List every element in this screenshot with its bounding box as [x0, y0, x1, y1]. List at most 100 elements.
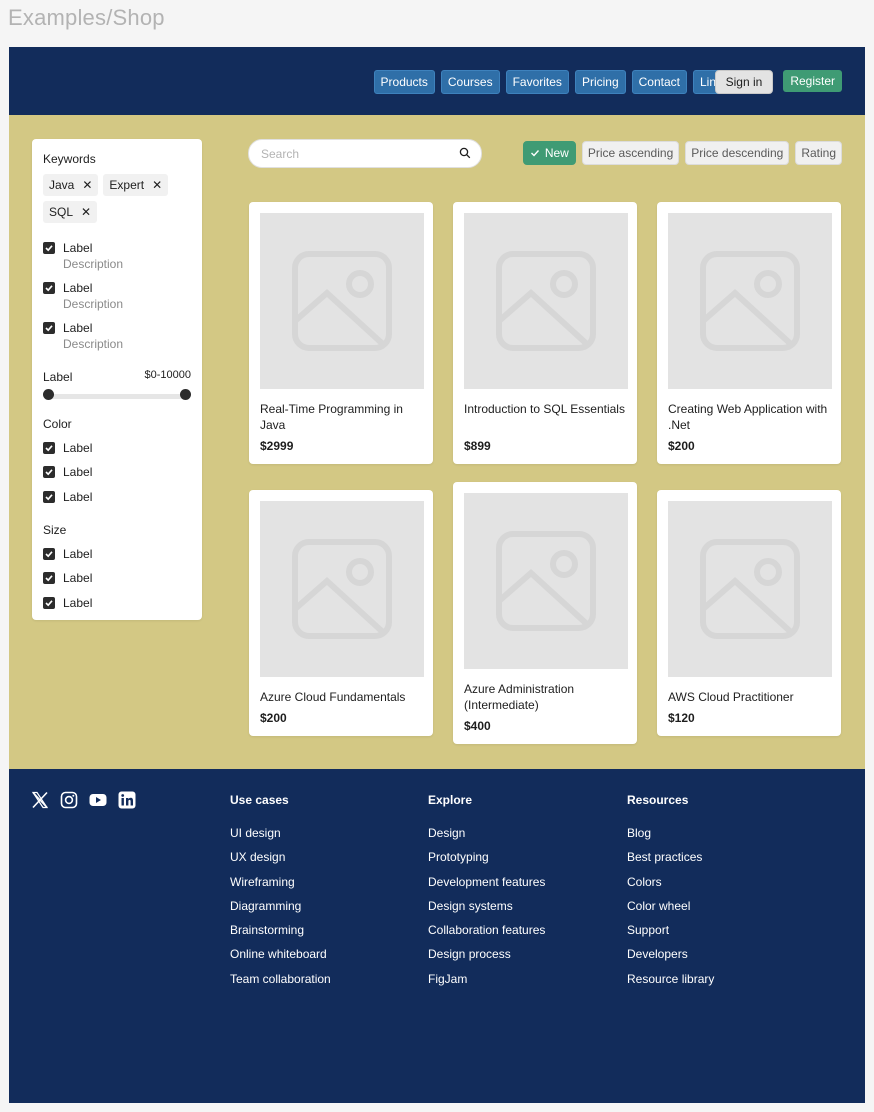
checkbox-checked[interactable] — [43, 242, 55, 254]
size-option[interactable]: Label — [43, 596, 92, 611]
sort-rating[interactable]: Rating — [795, 141, 842, 165]
footer-link[interactable]: UI design — [230, 827, 331, 851]
checkbox-checked[interactable] — [43, 548, 55, 560]
footer-link[interactable]: Best practices — [627, 851, 714, 875]
checkbox-item[interactable]: Label Description — [43, 281, 123, 312]
checkbox-checked[interactable] — [43, 282, 55, 294]
close-icon[interactable]: ✕ — [152, 174, 162, 196]
product-card[interactable]: Real-Time Programming in Java $2999 — [249, 202, 433, 464]
checkbox-checked[interactable] — [43, 491, 55, 503]
checkbox-checked[interactable] — [43, 322, 55, 334]
search-bar — [248, 139, 482, 168]
youtube-icon[interactable] — [89, 791, 107, 809]
register-button[interactable]: Register — [783, 70, 842, 92]
search-icon[interactable] — [459, 147, 471, 159]
color-option[interactable]: Label — [43, 490, 92, 505]
filter-panel: Keywords Java ✕ Expert ✕ SQL ✕ Label Des… — [32, 139, 202, 620]
sort-price-descending[interactable]: Price descending — [685, 141, 790, 165]
product-card[interactable]: Azure Cloud Fundamentals $200 — [249, 490, 433, 736]
linkedin-icon[interactable] — [118, 791, 136, 809]
slider-max-handle[interactable] — [180, 389, 191, 400]
price-range-slider[interactable] — [48, 394, 186, 399]
footer-link[interactable]: Developers — [627, 948, 714, 972]
checkbox-checked[interactable] — [43, 466, 55, 478]
nav-products[interactable]: Products — [373, 70, 435, 94]
image-placeholder-icon — [668, 213, 832, 389]
footer-link[interactable]: Support — [627, 924, 714, 948]
range-label: Label — [43, 370, 73, 384]
checkbox-description: Description — [63, 257, 124, 271]
product-price: $120 — [668, 711, 695, 725]
footer-link[interactable]: Prototyping — [428, 851, 545, 875]
footer-link[interactable]: Design process — [428, 948, 545, 972]
color-option[interactable]: Label — [43, 441, 92, 456]
main-nav: Products Courses Favorites Pricing Conta… — [373, 70, 729, 94]
product-card[interactable]: Introduction to SQL Essentials $899 — [453, 202, 637, 464]
check-icon — [530, 150, 539, 157]
color-title: Color — [43, 417, 72, 431]
footer-link[interactable]: Online whiteboard — [230, 948, 331, 972]
close-icon[interactable]: ✕ — [82, 174, 92, 196]
sort-price-ascending[interactable]: Price ascending — [581, 141, 680, 165]
image-placeholder-icon — [668, 501, 832, 677]
slider-min-handle[interactable] — [43, 389, 54, 400]
product-price: $899 — [464, 439, 491, 453]
checkbox-item[interactable]: Label Description — [43, 321, 123, 352]
checkbox-label: Label — [63, 547, 93, 561]
footer-link[interactable]: Resource library — [627, 973, 714, 997]
footer-link[interactable]: Design — [428, 827, 545, 851]
search-input[interactable] — [259, 144, 453, 164]
keyword-chip[interactable]: Java ✕ — [43, 174, 99, 196]
nav-favorites[interactable]: Favorites — [505, 70, 569, 94]
top-navbar: Products Courses Favorites Pricing Conta… — [9, 47, 865, 115]
nav-contact[interactable]: Contact — [631, 70, 687, 94]
product-card[interactable]: Creating Web Application with .Net $200 — [657, 202, 841, 464]
footer-link[interactable]: Diagramming — [230, 900, 331, 924]
close-icon[interactable]: ✕ — [81, 201, 91, 223]
sign-in-button[interactable]: Sign in — [714, 70, 774, 94]
footer: Use cases UI design UX design Wireframin… — [9, 769, 865, 1103]
instagram-icon[interactable] — [60, 791, 78, 809]
checkbox-label: Label — [63, 281, 93, 295]
checkbox-item[interactable]: Label Description — [43, 241, 123, 272]
footer-column-title: Explore — [428, 793, 473, 807]
size-option[interactable]: Label — [43, 571, 92, 586]
footer-link[interactable]: Collaboration features — [428, 924, 545, 948]
footer-column-explore: Explore Design Prototyping Development f… — [428, 793, 545, 997]
sort-new[interactable]: New — [522, 141, 576, 165]
footer-link[interactable]: Development features — [428, 876, 545, 900]
checkbox-checked[interactable] — [43, 572, 55, 584]
checkbox-label: Label — [63, 241, 93, 255]
product-price: $200 — [260, 711, 287, 725]
product-price: $400 — [464, 719, 491, 733]
footer-link[interactable]: Design systems — [428, 900, 545, 924]
footer-link[interactable]: Color wheel — [627, 900, 714, 924]
nav-pricing[interactable]: Pricing — [574, 70, 626, 94]
checkbox-label: Label — [63, 596, 93, 610]
keyword-chip[interactable]: Expert ✕ — [103, 174, 169, 196]
product-card[interactable]: AWS Cloud Practitioner $120 — [657, 490, 841, 736]
range-value: $0-10000 — [144, 369, 192, 381]
shop-main: Keywords Java ✕ Expert ✕ SQL ✕ Label Des… — [9, 115, 865, 769]
nav-courses[interactable]: Courses — [440, 70, 500, 94]
footer-link[interactable]: Colors — [627, 876, 714, 900]
color-option[interactable]: Label — [43, 465, 92, 480]
image-placeholder-icon — [464, 493, 628, 669]
size-option[interactable]: Label — [43, 547, 92, 562]
footer-link[interactable]: UX design — [230, 851, 331, 875]
footer-link[interactable]: Blog — [627, 827, 714, 851]
checkbox-checked[interactable] — [43, 442, 55, 454]
keyword-chips: Java ✕ Expert ✕ SQL ✕ — [43, 174, 193, 223]
checkbox-checked[interactable] — [43, 597, 55, 609]
product-price: $2999 — [260, 439, 294, 453]
product-price: $200 — [668, 439, 695, 453]
footer-column-resources: Resources Blog Best practices Colors Col… — [627, 793, 714, 997]
x-icon[interactable] — [31, 791, 49, 809]
footer-link[interactable]: Wireframing — [230, 876, 331, 900]
footer-link[interactable]: Brainstorming — [230, 924, 331, 948]
product-card[interactable]: Azure Administration (Intermediate) $400 — [453, 482, 637, 744]
footer-link[interactable]: Team collaboration — [230, 973, 331, 997]
footer-column-use-cases: Use cases UI design UX design Wireframin… — [230, 793, 331, 997]
keyword-chip[interactable]: SQL ✕ — [43, 201, 98, 223]
footer-link[interactable]: FigJam — [428, 973, 545, 997]
